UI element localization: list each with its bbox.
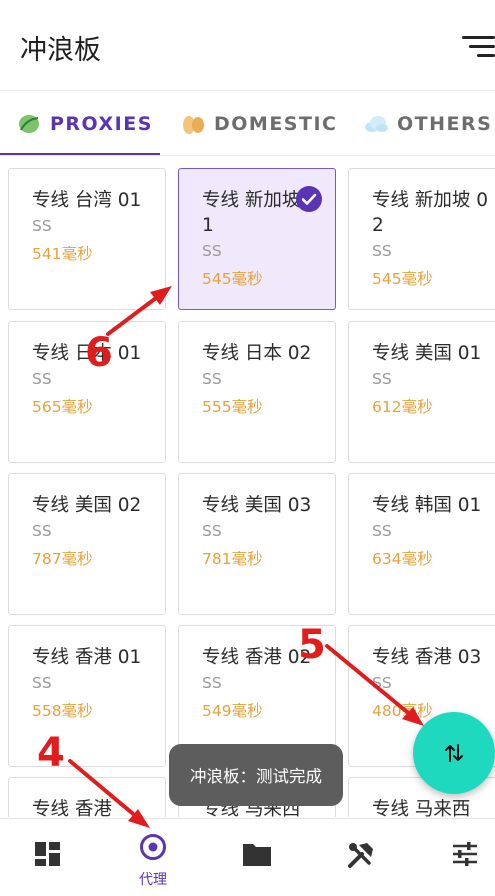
proxy-latency: 545毫秒	[202, 270, 263, 288]
proxy-grid: 专线 台湾 01 SS 541毫秒 专线 新加坡 01 SS 545毫秒 专线 …	[0, 157, 495, 817]
peanut-icon	[180, 113, 206, 135]
sliders-icon	[453, 842, 477, 866]
proxy-name: 专线 韩国 01	[372, 495, 482, 516]
proxy-card[interactable]: 专线 日本 02 SS 555毫秒	[178, 321, 336, 463]
annotation-label-6: 6	[85, 330, 113, 376]
tab-domestic-label: DOMESTIC	[214, 113, 338, 135]
nav-dashboard[interactable]	[13, 819, 83, 896]
nav-tools[interactable]	[326, 819, 396, 896]
toast-message: 冲浪板：测试完成	[169, 744, 343, 806]
proxy-type: SS	[202, 522, 222, 540]
target-icon	[140, 834, 166, 860]
proxy-name: 专线 香港 01	[32, 647, 142, 668]
cloud-icon	[363, 113, 389, 135]
proxy-card[interactable]: 专线 台湾 01 SS 541毫秒	[8, 168, 166, 310]
proxy-name: 专线 日本 02	[202, 343, 312, 364]
tab-others-label: OTHERS	[397, 113, 493, 135]
proxy-card[interactable]: 专线 香港 01 SS 558毫秒	[8, 625, 166, 767]
nav-profiles[interactable]	[222, 819, 292, 896]
proxy-type: SS	[372, 370, 392, 388]
proxy-latency: 549毫秒	[202, 702, 263, 720]
proxy-name: 专线 台湾 01	[32, 190, 142, 211]
tab-domestic[interactable]: DOMESTIC	[180, 91, 338, 155]
proxy-type: SS	[372, 674, 392, 692]
proxy-type: SS	[372, 242, 392, 260]
proxy-latency: 565毫秒	[32, 398, 93, 416]
tab-proxies[interactable]: PROXIES	[16, 91, 153, 155]
proxy-latency: 545毫秒	[372, 270, 433, 288]
annotation-label-5: 5	[298, 622, 326, 668]
proxy-type: SS	[32, 522, 52, 540]
proxy-name: 专线 马来西	[372, 799, 471, 817]
proxy-name: 专线 美国 03	[202, 495, 312, 516]
proxy-type: SS	[202, 242, 222, 260]
tools-icon	[348, 843, 373, 868]
proxy-card[interactable]: 专线 美国 01 SS 612毫秒	[348, 321, 495, 463]
tab-indicator	[0, 153, 160, 155]
folder-icon	[243, 844, 271, 866]
sort-menu-icon[interactable]	[462, 36, 495, 60]
proxy-type: SS	[32, 217, 52, 235]
proxy-latency: 781毫秒	[202, 550, 263, 568]
proxy-card-selected[interactable]: 专线 新加坡 01 SS 545毫秒	[178, 168, 336, 310]
proxy-latency: 612毫秒	[372, 398, 433, 416]
leaf-icon	[16, 113, 42, 135]
swap-vertical-icon	[445, 744, 463, 762]
proxy-name: 专线 美国 01	[372, 343, 482, 364]
proxy-card[interactable]: 专线 韩国 01 SS 634毫秒	[348, 473, 495, 615]
proxy-type: SS	[32, 674, 52, 692]
proxy-type: SS	[202, 370, 222, 388]
annotation-label-4: 4	[37, 730, 65, 776]
check-icon	[296, 186, 322, 212]
group-tabs: PROXIES DOMESTIC OTHERS	[0, 90, 495, 156]
tab-proxies-label: PROXIES	[50, 113, 153, 135]
nav-settings[interactable]	[430, 819, 495, 896]
nav-proxy[interactable]: 代理	[118, 819, 188, 896]
proxy-type: SS	[202, 674, 222, 692]
proxy-card[interactable]: 专线 美国 03 SS 781毫秒	[178, 473, 336, 615]
tab-others[interactable]: OTHERS	[363, 91, 493, 155]
dashboard-icon	[35, 842, 60, 866]
app-title: 冲浪板	[20, 35, 101, 66]
proxy-latency: 787毫秒	[32, 550, 93, 568]
proxy-card[interactable]: 专线 新加坡 02 SS 545毫秒	[348, 168, 495, 310]
app-bar: 冲浪板	[0, 0, 495, 90]
proxy-card[interactable]: 专线 香港	[8, 777, 166, 817]
proxy-latency: 555毫秒	[202, 398, 263, 416]
proxy-latency: 558毫秒	[32, 702, 93, 720]
proxy-name: 专线 新加坡 02	[372, 190, 489, 236]
proxy-type: SS	[372, 522, 392, 540]
proxy-name: 专线 香港	[32, 799, 112, 817]
nav-proxy-label: 代理	[139, 872, 167, 888]
proxy-latency: 634毫秒	[372, 550, 433, 568]
proxy-card[interactable]: 专线 美国 02 SS 787毫秒	[8, 473, 166, 615]
bottom-navigation: 代理	[0, 818, 495, 896]
latency-test-button[interactable]	[413, 712, 495, 794]
proxy-latency: 541毫秒	[32, 245, 93, 263]
proxy-name: 专线 美国 02	[32, 495, 142, 516]
proxy-name: 专线 香港 03	[372, 647, 482, 668]
